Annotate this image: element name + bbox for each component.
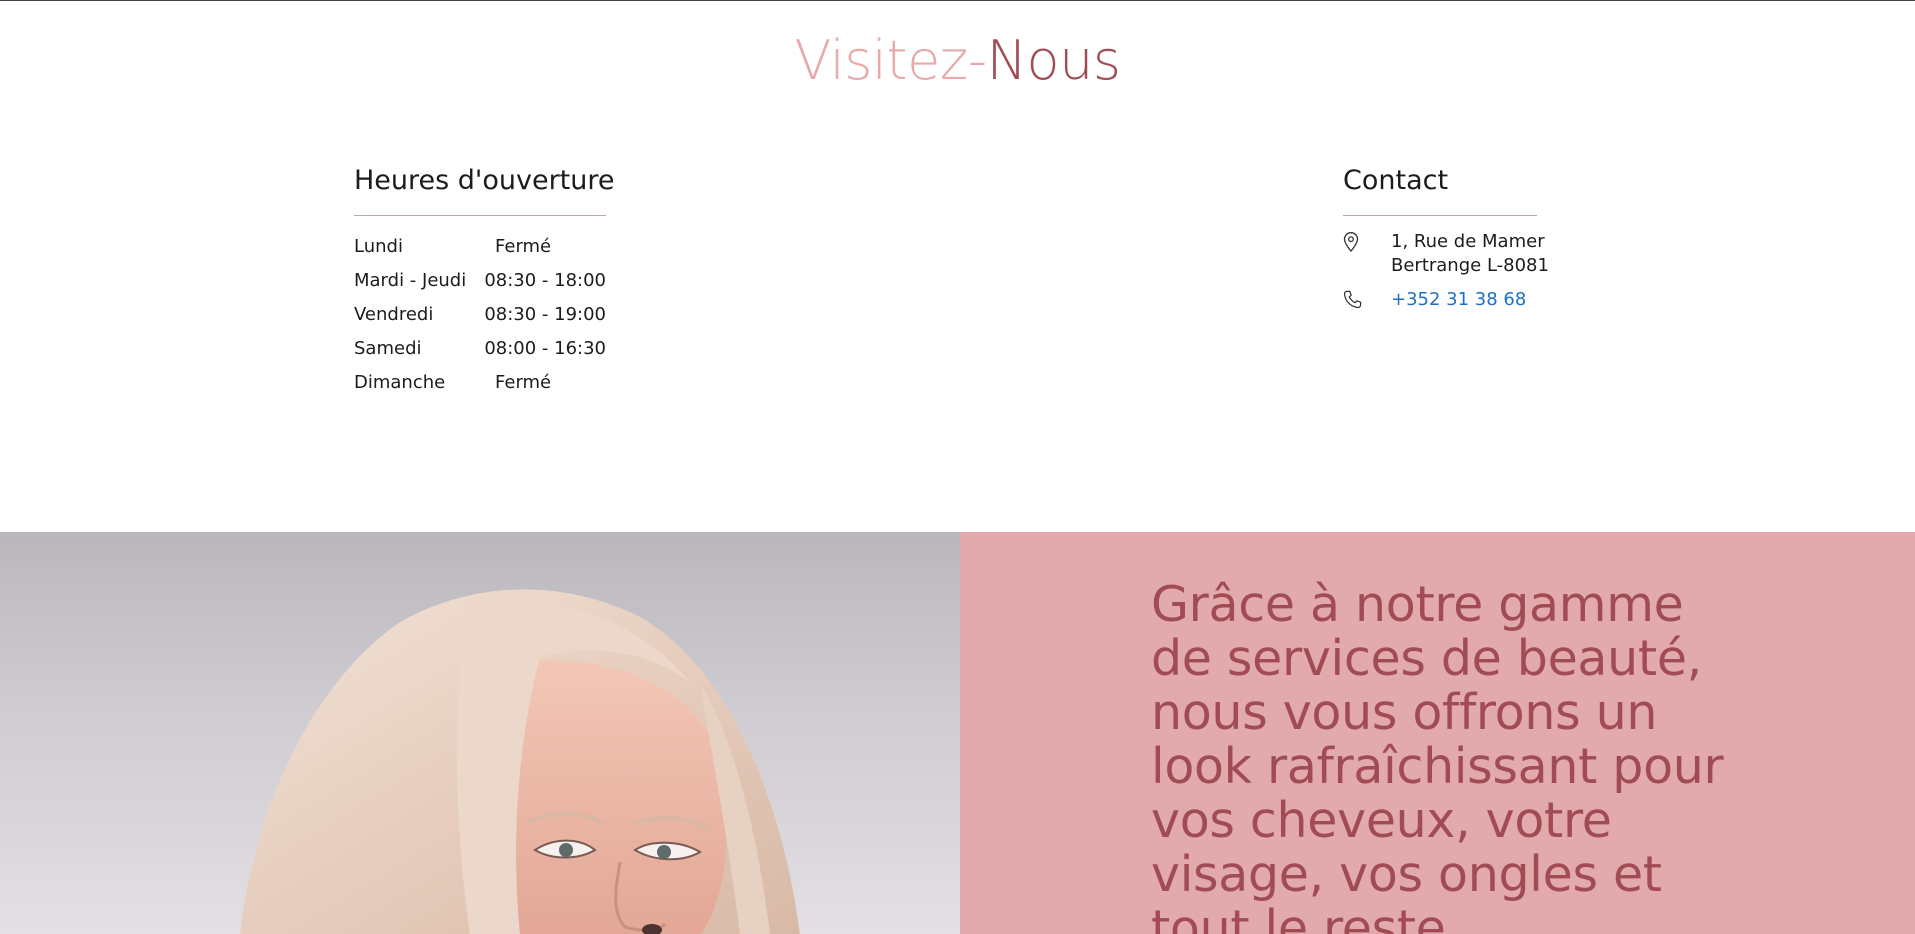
contact-address: 1, Rue de Mamer Bertrange L-8081	[1343, 230, 1549, 278]
hours-row: Vendredi 08:30 - 19:00	[354, 298, 606, 332]
phone-icon	[1343, 288, 1391, 316]
opening-hours-heading: Heures d'ouverture	[354, 159, 615, 216]
contact-list: 1, Rue de Mamer Bertrange L-8081 +352 31…	[1343, 230, 1549, 316]
hours-day: Dimanche	[354, 372, 446, 393]
hours-row: Dimanche Fermé	[354, 366, 606, 400]
hours-day: Mardi - Jeudi	[354, 270, 467, 291]
opening-hours-section: Heures d'ouverture Lundi Fermé Mardi - J…	[354, 159, 615, 400]
hours-day: Lundi	[354, 236, 403, 257]
model-photo-illustration	[240, 589, 800, 934]
address-text: 1, Rue de Mamer Bertrange L-8081	[1391, 230, 1549, 278]
hours-time: 08:30 - 18:00	[484, 270, 606, 291]
hours-time: Fermé	[495, 372, 552, 393]
hours-row: Mardi - Jeudi 08:30 - 18:00	[354, 264, 606, 298]
page-title: Visitez-Nous	[0, 25, 1915, 97]
hours-row: Samedi 08:00 - 16:30	[354, 332, 606, 366]
page-title-part1: Visitez-	[794, 29, 988, 92]
contact-phone: +352 31 38 68	[1343, 288, 1537, 316]
phone-link[interactable]: +352 31 38 68	[1391, 288, 1526, 316]
tagline-panel: Grâce à notre gamme de services de beaut…	[960, 532, 1915, 934]
map-pin-icon	[1343, 230, 1391, 278]
visit-us-page: Visitez-Nous Heures d'ouverture Lundi Fe…	[0, 0, 1915, 934]
hours-time: 08:30 - 19:00	[484, 304, 606, 325]
contact-heading: Contact	[1343, 159, 1537, 216]
page-title-part2: Nous	[986, 29, 1121, 92]
address-line-2: Bertrange L-8081	[1391, 255, 1549, 276]
contact-section: Contact 1, Rue de Mamer Bertrange L-8081	[1343, 159, 1549, 326]
address-line-1: 1, Rue de Mamer	[1391, 231, 1545, 252]
hours-time: 08:00 - 16:30	[484, 338, 606, 359]
tagline-text: Grâce à notre gamme de services de beaut…	[1151, 576, 1724, 934]
hours-day: Samedi	[354, 338, 422, 359]
hours-day: Vendredi	[354, 304, 434, 325]
model-photo	[0, 532, 960, 934]
opening-hours-table: Lundi Fermé Mardi - Jeudi 08:30 - 18:00 …	[354, 230, 606, 400]
hours-row: Lundi Fermé	[354, 230, 606, 264]
hours-time: Fermé	[495, 236, 552, 257]
promo-band: Grâce à notre gamme de services de beaut…	[0, 532, 1915, 934]
